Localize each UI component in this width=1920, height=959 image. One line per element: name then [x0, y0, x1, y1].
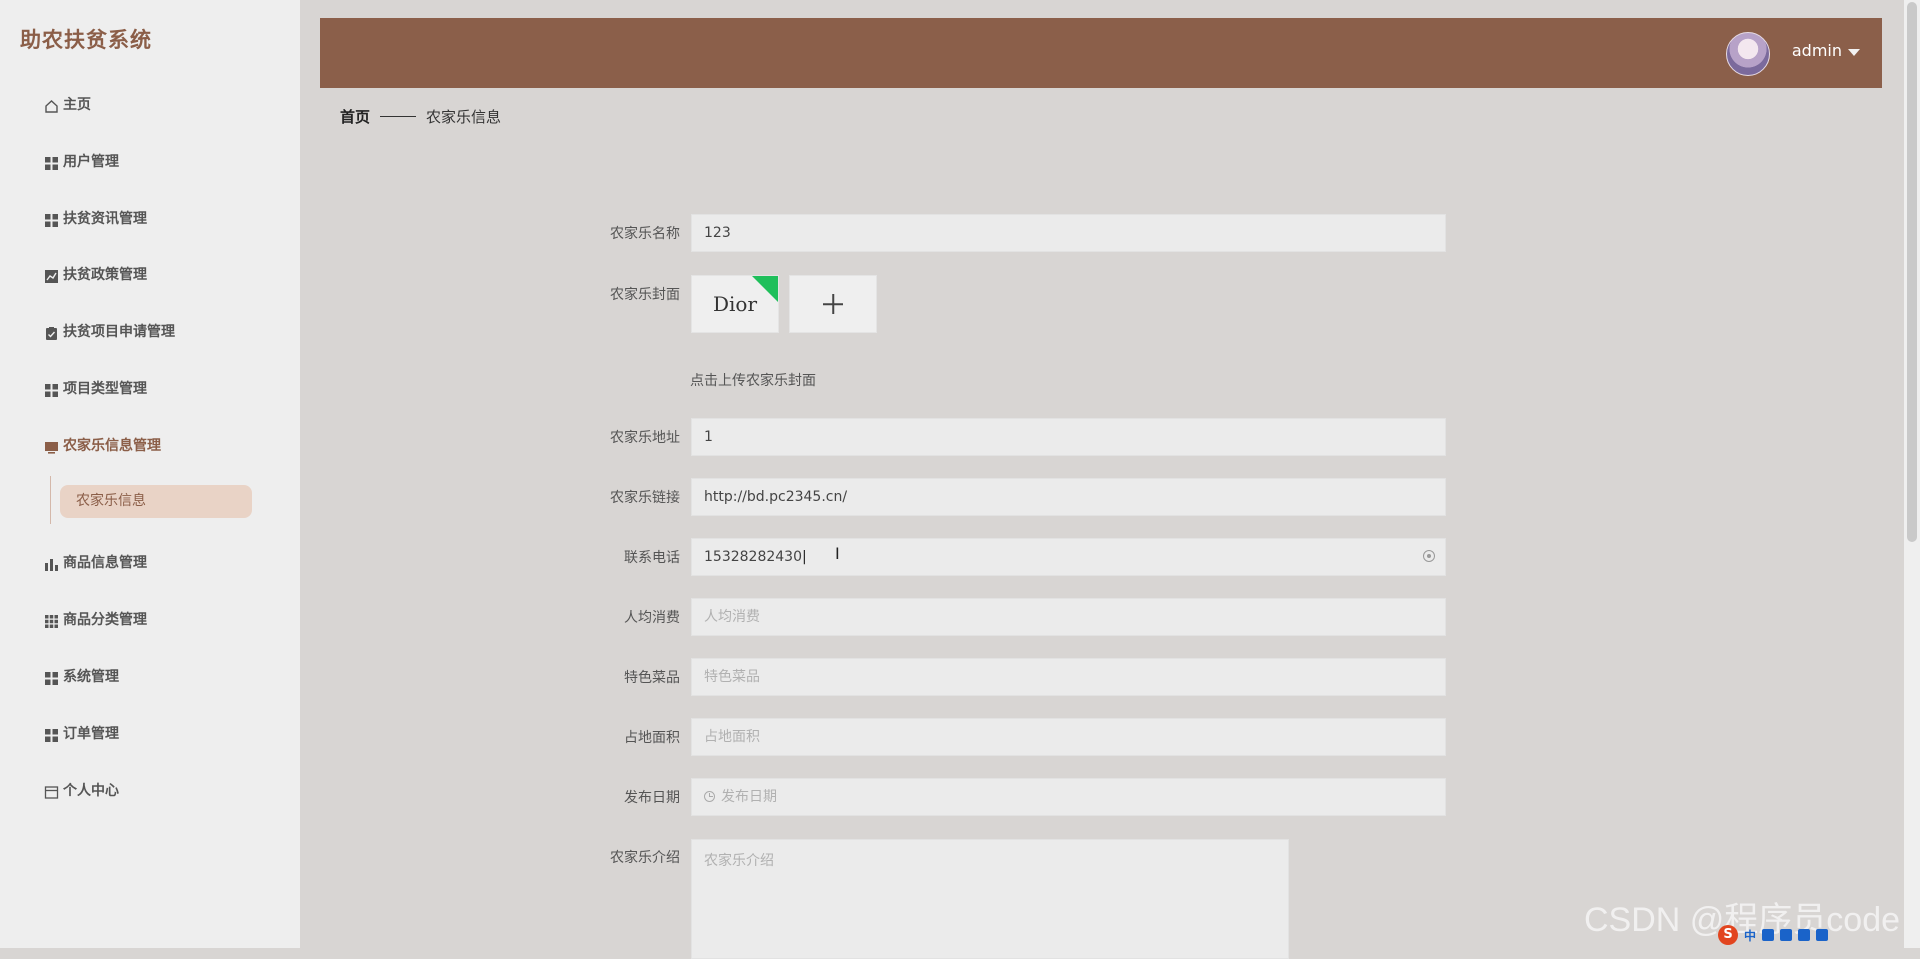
- home-icon: [44, 98, 59, 113]
- window-icon: [44, 784, 59, 799]
- sidebar-item-users[interactable]: 用户管理: [44, 150, 119, 174]
- bar-chart-icon: [44, 556, 59, 571]
- scroll-thumb[interactable]: [1907, 2, 1917, 542]
- sidebar-item-label: 商品信息管理: [63, 555, 147, 571]
- sidebar-item-label: 用户管理: [63, 154, 119, 170]
- sidebar-item-label: 扶贫项目申请管理: [63, 324, 175, 340]
- sidebar-item-project-types[interactable]: 项目类型管理: [44, 377, 147, 401]
- clear-icon[interactable]: [1423, 550, 1435, 562]
- area-field[interactable]: 占地面积: [691, 718, 1446, 756]
- sidebar-item-label: 订单管理: [63, 726, 119, 742]
- cover-thumbnail[interactable]: Dior: [691, 275, 779, 333]
- intro-textarea[interactable]: 农家乐介绍: [691, 839, 1289, 959]
- dishes-field[interactable]: 特色菜品: [691, 658, 1446, 696]
- sidebar-item-label: 主页: [63, 97, 91, 113]
- intro-label: 农家乐介绍: [610, 850, 680, 866]
- avg-cost-label: 人均消费: [624, 610, 680, 626]
- dishes-label: 特色菜品: [624, 670, 680, 686]
- publish-date-field[interactable]: 发布日期: [691, 778, 1446, 816]
- shirt-icon: [1816, 929, 1829, 941]
- grid-icon: [44, 155, 59, 170]
- phone-field[interactable]: 15328282430|: [691, 538, 1446, 576]
- cover-label: 农家乐封面: [610, 287, 680, 303]
- sidebar-item-label: 项目类型管理: [63, 381, 147, 397]
- sidebar-item-label: 扶贫资讯管理: [63, 211, 147, 227]
- scrollbar[interactable]: [1904, 0, 1920, 948]
- address-field[interactable]: 1: [691, 418, 1446, 456]
- breadcrumb-current: 农家乐信息: [426, 108, 502, 126]
- breadcrumb-separator: [380, 116, 417, 117]
- phone-label: 联系电话: [624, 550, 680, 566]
- sidebar-item-label: 系统管理: [63, 669, 119, 685]
- name-field[interactable]: 123: [691, 214, 1446, 252]
- breadcrumb: 首页 农家乐信息: [340, 106, 501, 127]
- clipboard-icon: [44, 325, 59, 340]
- text-cursor-icon: I: [835, 544, 840, 563]
- grid-icon: [44, 670, 59, 685]
- breadcrumb-home[interactable]: 首页: [340, 106, 370, 127]
- sidebar-item-profile[interactable]: 个人中心: [44, 779, 119, 803]
- grid9-icon: [44, 613, 59, 628]
- sidebar-item-orders[interactable]: 订单管理: [44, 722, 119, 746]
- sidebar-item-products[interactable]: 商品信息管理: [44, 551, 147, 575]
- ime-mode[interactable]: 中: [1744, 927, 1756, 944]
- avg-cost-field[interactable]: 人均消费: [691, 598, 1446, 636]
- app-title: 助农扶贫系统: [20, 28, 152, 52]
- sidebar-item-projects[interactable]: 扶贫项目申请管理: [44, 320, 175, 344]
- uploaded-check-icon: [752, 276, 778, 302]
- monitor-icon: [44, 439, 59, 454]
- grid-icon: [44, 212, 59, 227]
- clock-icon: [704, 791, 715, 802]
- sidebar-item-label: 个人中心: [63, 783, 119, 799]
- sidebar-item-home[interactable]: 主页: [44, 93, 91, 117]
- area-label: 占地面积: [624, 730, 680, 746]
- publish-date-label: 发布日期: [624, 790, 680, 806]
- header-bar: admin: [320, 18, 1882, 88]
- sidebar: 助农扶贫系统 主页 用户管理 扶贫资讯管理 扶贫政策管理 扶贫项目申请管理 项目…: [0, 0, 300, 948]
- address-label: 农家乐地址: [610, 430, 680, 446]
- sidebar-item-categories[interactable]: 商品分类管理: [44, 608, 147, 632]
- chart-icon: [44, 268, 59, 283]
- caret-down-icon[interactable]: [1848, 49, 1860, 56]
- publish-date-placeholder: 发布日期: [721, 789, 777, 805]
- sidebar-item-label: 农家乐信息管理: [63, 438, 161, 454]
- cover-upload-tip: 点击上传农家乐封面: [690, 373, 816, 389]
- grid-icon: [44, 382, 59, 397]
- sidebar-item-label: 商品分类管理: [63, 612, 147, 628]
- user-menu[interactable]: admin: [1792, 41, 1842, 60]
- submenu-item-farmhouse-info[interactable]: 农家乐信息: [60, 485, 252, 518]
- submenu-divider: [50, 476, 51, 524]
- sidebar-item-news[interactable]: 扶贫资讯管理: [44, 207, 147, 231]
- phone-value: 15328282430: [704, 549, 802, 565]
- link-field[interactable]: http://bd.pc2345.cn/: [691, 478, 1446, 516]
- sidebar-item-label: 扶贫政策管理: [63, 267, 147, 283]
- sogou-icon: S: [1718, 925, 1738, 945]
- sidebar-item-policy[interactable]: 扶贫政策管理: [44, 263, 147, 287]
- ime-tool-icon: [1762, 929, 1775, 941]
- link-label: 农家乐链接: [610, 490, 680, 506]
- sidebar-item-system[interactable]: 系统管理: [44, 665, 119, 689]
- avatar[interactable]: [1726, 32, 1770, 76]
- name-label: 农家乐名称: [610, 226, 680, 242]
- upload-add-button[interactable]: [789, 275, 877, 333]
- ime-toolbar[interactable]: S 中: [1718, 924, 1904, 946]
- grid-icon: [44, 727, 59, 742]
- sidebar-item-farmhouse[interactable]: 农家乐信息管理: [44, 434, 161, 458]
- keyboard-icon: [1798, 929, 1811, 941]
- mic-icon: [1780, 929, 1793, 941]
